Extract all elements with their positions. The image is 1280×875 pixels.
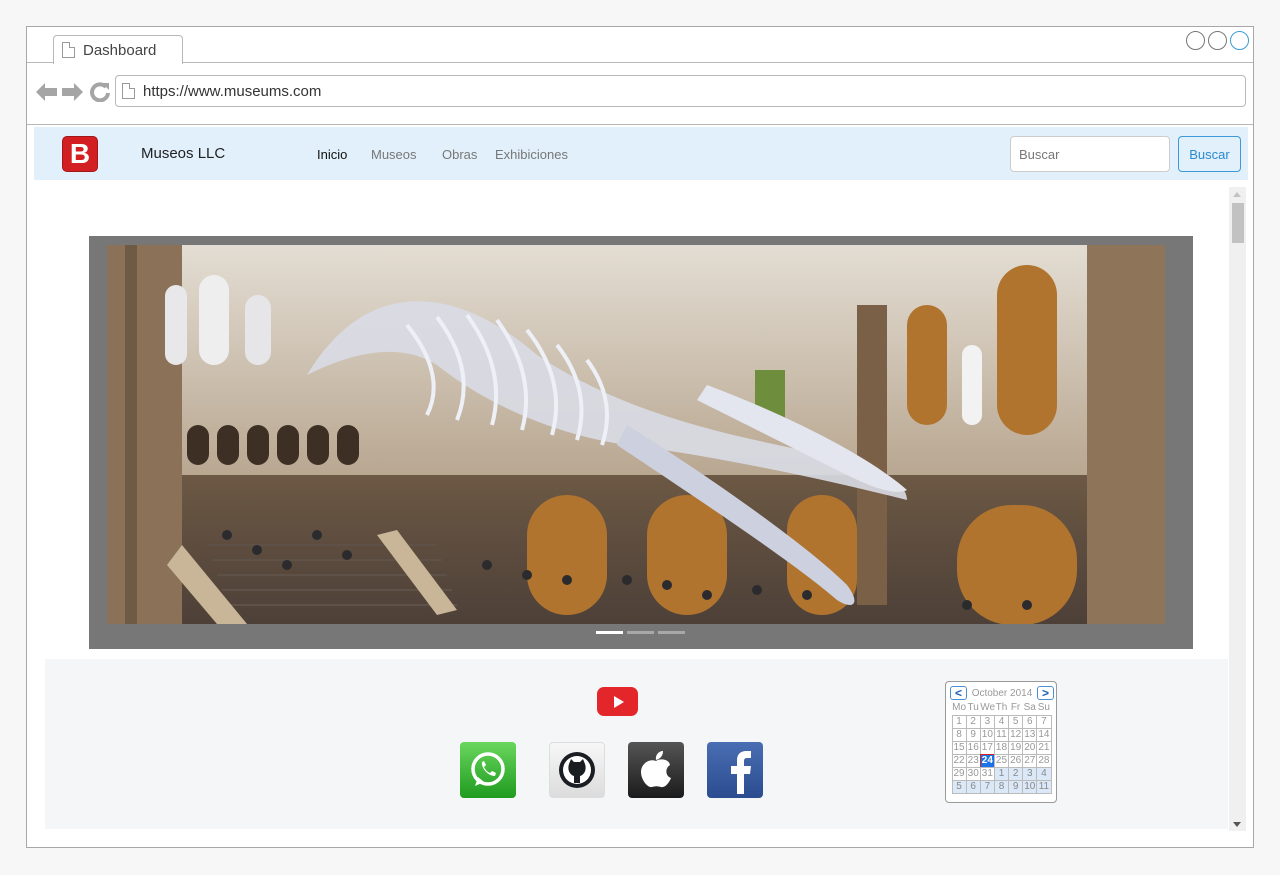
weekday-label: Th [995, 702, 1008, 713]
calendar-day[interactable]: 1 [993, 766, 1010, 781]
calendar-title: October 2014 [971, 687, 1033, 699]
url-input[interactable]: https://www.museums.com [115, 75, 1246, 107]
youtube-icon[interactable] [597, 687, 638, 716]
nav-item-museos[interactable]: Museos [371, 147, 417, 162]
calendar-day[interactable]: 23 [965, 753, 981, 768]
calendar-day[interactable]: 28 [1036, 753, 1052, 768]
weekday-label: Mo [952, 702, 967, 713]
calendar-day[interactable]: 3 [1022, 766, 1038, 781]
weekday-label: We [980, 702, 996, 713]
calendar-day[interactable]: 9 [965, 727, 981, 742]
calendar-next-button[interactable]: > [1036, 686, 1054, 700]
forward-arrow-icon[interactable] [62, 83, 83, 101]
image-carousel[interactable] [89, 236, 1193, 649]
calendar-day[interactable]: 7 [1036, 714, 1052, 729]
reload-icon[interactable] [90, 82, 110, 102]
weekday-label: Tu [967, 702, 979, 713]
address-bar: https://www.museums.com [27, 63, 1253, 125]
calendar-day[interactable]: 13 [1022, 727, 1038, 742]
brand-logo[interactable]: B [62, 136, 98, 172]
back-arrow-icon[interactable] [36, 83, 57, 101]
calendar-day[interactable]: 26 [1008, 753, 1024, 768]
calendar-day[interactable]: 17 [979, 740, 995, 755]
calendar-day[interactable]: 21 [1036, 740, 1052, 755]
github-icon[interactable] [549, 742, 605, 798]
brand-name[interactable]: Museos LLC [141, 145, 225, 162]
calendar-day[interactable]: 19 [1008, 740, 1024, 755]
close-button[interactable] [1230, 31, 1249, 50]
calendar-day[interactable]: 11 [1036, 779, 1052, 794]
tab-bar: Dashboard [27, 27, 1253, 64]
maximize-button[interactable] [1208, 31, 1227, 50]
calendar-day[interactable]: 27 [1022, 753, 1038, 768]
nav-item-exhibiciones[interactable]: Exhibiciones [495, 147, 568, 162]
weekday-label: Su [1037, 702, 1050, 713]
tab-dashboard[interactable]: Dashboard [53, 35, 183, 64]
carousel-indicators [596, 631, 685, 634]
calendar-days: 1 2 3 4 5 6 7 8 9 10 11 12 13 14 15 16 17 18 19 20 21 22 23 24 2… [951, 714, 1052, 794]
calendar-day[interactable]: 29 [951, 766, 967, 781]
calendar-weekdays: Mo Tu We Th Fr Sa Su [952, 702, 1051, 713]
calendar-day[interactable]: 2 [965, 714, 981, 729]
calendar-day[interactable]: 16 [965, 740, 981, 755]
carousel-dot-2[interactable] [627, 631, 654, 634]
calendar-day[interactable]: 25 [993, 753, 1010, 768]
calendar-day[interactable]: 9 [1008, 779, 1024, 794]
page-content: B Museos LLC Inicio Museos Obras Exhibic… [27, 125, 1255, 849]
minimize-button[interactable] [1186, 31, 1205, 50]
calendar-day[interactable]: 20 [1022, 740, 1038, 755]
calendar-header: < October 2014 > [950, 685, 1054, 701]
scroll-down-icon[interactable] [1233, 822, 1241, 827]
calendar-day[interactable]: 14 [1036, 727, 1052, 742]
calendar-day[interactable]: 8 [993, 779, 1010, 794]
carousel-dot-1[interactable] [596, 631, 623, 634]
calendar-widget: < October 2014 > Mo Tu We Th Fr Sa Su 12… [945, 681, 1057, 803]
page-footer: < October 2014 > Mo Tu We Th Fr Sa Su 12… [45, 659, 1228, 829]
facebook-icon[interactable] [707, 742, 763, 798]
tab-title: Dashboard [83, 41, 157, 59]
calendar-day[interactable]: 7 [979, 779, 995, 794]
whatsapp-icon[interactable] [460, 742, 516, 798]
calendar-day[interactable]: 30 [965, 766, 981, 781]
vertical-scrollbar[interactable] [1229, 187, 1246, 831]
calendar-day[interactable]: 31 [979, 766, 995, 781]
calendar-day[interactable]: 10 [1022, 779, 1038, 794]
calendar-day[interactable]: 11 [993, 727, 1010, 742]
search-placeholder: Buscar [1019, 146, 1060, 162]
nav-item-inicio[interactable]: Inicio [317, 147, 347, 162]
calendar-day[interactable]: 10 [979, 727, 995, 742]
search-input[interactable]: Buscar [1010, 136, 1170, 172]
calendar-day[interactable]: 6 [1022, 714, 1038, 729]
calendar-day[interactable]: 6 [965, 779, 981, 794]
weekday-label: Sa [1023, 702, 1036, 713]
url-text: https://www.museums.com [143, 82, 322, 100]
calendar-day[interactable]: 3 [979, 714, 995, 729]
site-navbar: B Museos LLC Inicio Museos Obras Exhibic… [34, 127, 1248, 180]
browser-window: Dashboard https://www.museums.com B Muse… [26, 26, 1254, 848]
calendar-day[interactable]: 4 [993, 714, 1010, 729]
calendar-day[interactable]: 5 [1008, 714, 1024, 729]
calendar-day[interactable]: 15 [951, 740, 967, 755]
weekday-label: Fr [1010, 702, 1021, 713]
calendar-prev-button[interactable]: < [950, 686, 967, 700]
calendar-day[interactable]: 2 [1008, 766, 1024, 781]
calendar-day[interactable]: 22 [951, 753, 967, 768]
whale-skeleton-photo [107, 245, 1165, 624]
museum-hall-image [107, 245, 1165, 624]
carousel-dot-3[interactable] [658, 631, 685, 634]
search-button[interactable]: Buscar [1178, 136, 1241, 172]
calendar-day[interactable]: 4 [1036, 766, 1052, 781]
calendar-day[interactable]: 5 [951, 779, 967, 794]
apple-icon[interactable] [628, 742, 684, 798]
calendar-day[interactable]: 18 [993, 740, 1010, 755]
calendar-day[interactable]: 8 [951, 727, 967, 742]
calendar-day[interactable]: 24 [979, 753, 995, 768]
page-icon [122, 83, 135, 99]
calendar-day[interactable]: 12 [1008, 727, 1024, 742]
calendar-day[interactable]: 1 [951, 714, 967, 729]
scroll-thumb[interactable] [1232, 203, 1244, 243]
page-icon [62, 42, 75, 58]
scroll-up-icon[interactable] [1233, 192, 1241, 197]
nav-item-obras[interactable]: Obras [442, 147, 477, 162]
